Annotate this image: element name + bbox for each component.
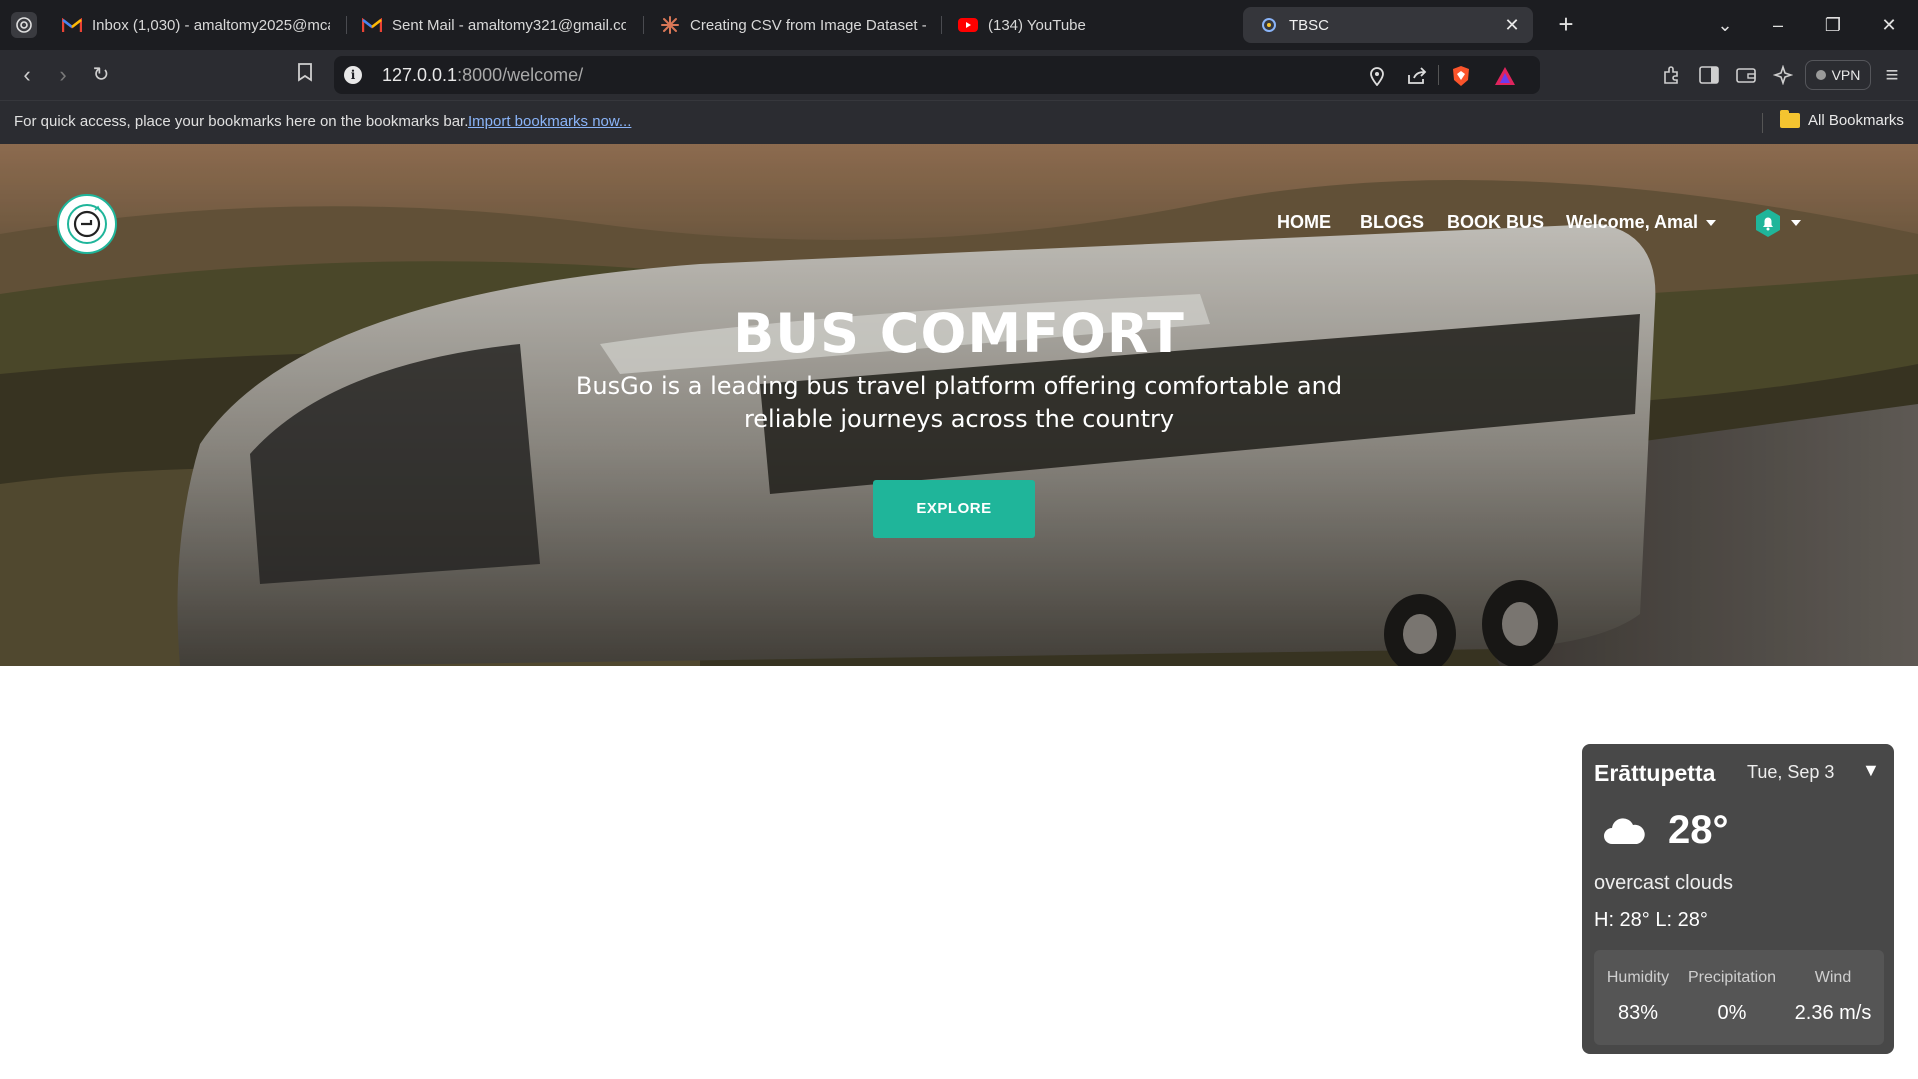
wallet-icon[interactable] [1733, 62, 1759, 88]
share-icon[interactable] [1406, 65, 1428, 87]
claude-icon [660, 16, 680, 34]
tab-title: Sent Mail - amaltomy321@gmail.co [392, 16, 626, 34]
tab-claude[interactable]: Creating CSV from Image Dataset - [660, 7, 926, 43]
close-window-icon[interactable]: ✕ [1876, 12, 1902, 38]
menu-icon[interactable]: ≡ [1879, 62, 1905, 88]
tab-title: TBSC [1289, 16, 1330, 34]
stat-value: 83% [1617, 1002, 1659, 1024]
tab-search-chevron-icon[interactable]: ⌄ [1712, 12, 1738, 38]
brave-rewards-icon[interactable] [1494, 65, 1516, 87]
weather-stat-precipitation: Precipitation 0% [1682, 950, 1782, 1025]
bell-icon [1753, 208, 1783, 238]
vpn-button[interactable]: VPN [1805, 60, 1871, 90]
divider [1438, 65, 1439, 85]
notifications-dropdown[interactable] [1753, 208, 1801, 238]
weather-stat-wind: Wind 2.36 m/s [1782, 950, 1884, 1025]
all-bookmarks-button[interactable]: All Bookmarks [1780, 110, 1904, 129]
tab-tbsc-active[interactable]: TBSC ✕ [1243, 7, 1533, 43]
hero-title: BUS COMFORT [733, 302, 1185, 365]
vpn-label: VPN [1831, 67, 1861, 83]
weather-collapse-toggle[interactable]: ▼ [1862, 760, 1880, 781]
site-info-icon[interactable]: i [344, 66, 362, 84]
gmail-icon [62, 17, 82, 33]
weather-widget: Erāttupetta Tue, Sep 3 ▼ 28° overcast cl… [1582, 744, 1894, 1054]
weather-temperature: 28° [1668, 808, 1729, 852]
explore-button[interactable]: EXPLORE [873, 480, 1035, 538]
new-tab-button[interactable]: + [1552, 10, 1580, 38]
location-icon[interactable] [1366, 65, 1388, 87]
folder-icon [1780, 110, 1800, 128]
tab-separator [346, 16, 347, 34]
leo-ai-icon[interactable] [1770, 62, 1796, 88]
weather-location: Erāttupetta [1594, 760, 1716, 786]
hero-subtitle: BusGo is a leading bus travel platform o… [575, 372, 1343, 433]
forward-icon[interactable]: › [50, 62, 76, 88]
divider [1762, 113, 1763, 133]
tab-title: (134) YouTube [988, 16, 1086, 34]
reload-icon[interactable]: ↻ [88, 62, 114, 88]
tab-title: Creating CSV from Image Dataset - [690, 16, 926, 34]
chevron-down-icon [1706, 220, 1717, 227]
chevron-down-icon [1791, 220, 1801, 226]
extensions-icon[interactable] [1659, 62, 1685, 88]
user-welcome-label: Welcome, Amal [1566, 212, 1699, 232]
weather-date: Tue, Sep 3 [1747, 762, 1835, 782]
browser-tab-bar: Inbox (1,030) - amaltomy2025@mca Sent Ma… [0, 0, 1918, 50]
cloud-icon [1602, 816, 1646, 851]
stat-label: Precipitation [1687, 969, 1777, 986]
url-text[interactable]: 127.0.0.1:8000/welcome/ [382, 65, 583, 86]
nav-user-menu[interactable]: Welcome, Amal [1566, 212, 1717, 233]
bookmarks-bar: For quick access, place your bookmarks h… [0, 100, 1918, 144]
weather-high-low: H: 28° L: 28° [1594, 909, 1708, 931]
bookmark-icon[interactable] [292, 62, 318, 88]
address-bar[interactable]: i 127.0.0.1:8000/welcome/ [334, 56, 1540, 94]
weather-stats-panel: Humidity 83% Precipitation 0% Wind 2.36 … [1594, 950, 1884, 1045]
nav-book-bus[interactable]: BOOK BUS [1447, 212, 1544, 233]
tab-separator [643, 16, 644, 34]
logo-icon [67, 204, 107, 244]
brave-shields-icon[interactable] [1450, 65, 1472, 87]
hero-section: HOME BLOGS BOOK BUS Welcome, Amal BUS CO… [0, 144, 1918, 666]
tab-sent-mail[interactable]: Sent Mail - amaltomy321@gmail.co [362, 7, 626, 43]
stat-label: Humidity [1606, 969, 1670, 986]
weather-description: overcast clouds [1594, 872, 1733, 894]
weather-stat-humidity: Humidity 83% [1594, 950, 1682, 1025]
vpn-status-icon [1815, 70, 1826, 80]
tab-inbox[interactable]: Inbox (1,030) - amaltomy2025@mca [62, 7, 330, 43]
close-tab-icon[interactable]: ✕ [1503, 16, 1521, 34]
site-logo[interactable] [57, 194, 117, 254]
all-bookmarks-label: All Bookmarks [1808, 112, 1904, 129]
browser-menu-icon[interactable] [11, 12, 37, 38]
back-icon[interactable]: ‹ [14, 62, 40, 88]
nav-blogs[interactable]: BLOGS [1360, 212, 1424, 233]
tab-separator [941, 16, 942, 34]
tab-title: Inbox (1,030) - amaltomy2025@mca [92, 16, 330, 34]
gmail-icon [362, 17, 382, 33]
browser-toolbar: ‹ › ↻ i 127.0.0.1:8000/welcome/ VPN ≡ [0, 50, 1918, 100]
stat-value: 0% [1717, 1002, 1747, 1024]
stat-value: 2.36 m/s [1794, 1002, 1872, 1024]
stat-label: Wind [1814, 969, 1852, 986]
tab-youtube[interactable]: (134) YouTube [958, 7, 1198, 43]
youtube-icon [958, 17, 978, 33]
minimize-icon[interactable]: – [1765, 12, 1791, 38]
site-icon [1259, 17, 1279, 33]
import-bookmarks-link[interactable]: Import bookmarks now... [468, 113, 631, 130]
restore-icon[interactable]: ❐ [1820, 12, 1846, 38]
nav-home[interactable]: HOME [1277, 212, 1331, 233]
bookmarks-hint: For quick access, place your bookmarks h… [14, 113, 469, 130]
sidebar-icon[interactable] [1696, 62, 1722, 88]
